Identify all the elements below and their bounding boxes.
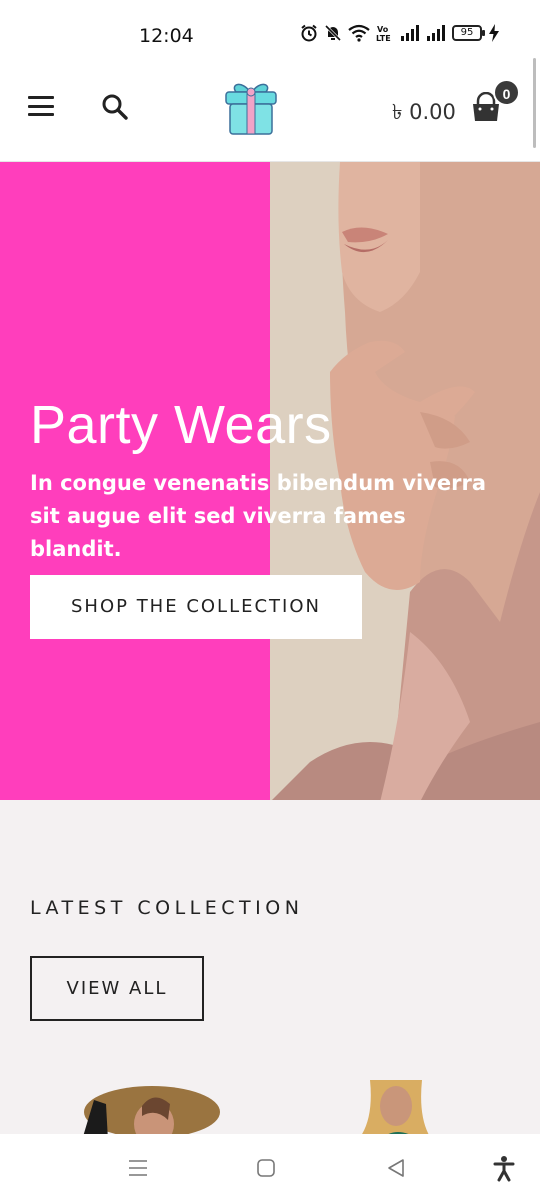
section-title: LATEST COLLECTION [30,897,304,919]
charging-icon [488,24,500,42]
shop-collection-button[interactable]: SHOP THE COLLECTION [30,575,362,639]
svg-text:LTE: LTE [376,34,391,42]
hero-description: In congue venenatis bibendum viverra sit… [30,471,487,561]
latest-collection-section: LATEST COLLECTION VIEW ALL [0,800,540,1134]
recents-icon[interactable] [124,1154,152,1182]
status-bar: 12:04 Vo LTE 95 [0,0,540,58]
cart-total[interactable]: ৳ 0.00 [392,96,456,131]
product-image[interactable] [340,1080,450,1134]
cart-count-badge: 0 [493,79,520,106]
alarm-icon [300,24,318,42]
scrollbar[interactable] [533,58,536,148]
signal-icon [400,25,420,41]
hero-banner: Party Wears In congue venenatis bibendum… [0,162,540,800]
accessibility-icon[interactable] [490,1154,518,1182]
search-icon[interactable] [100,92,130,122]
gift-box-logo[interactable] [220,78,282,140]
hamburger-icon[interactable] [28,96,54,116]
home-icon[interactable] [252,1154,280,1182]
view-all-button[interactable]: VIEW ALL [30,956,204,1021]
back-icon[interactable] [382,1154,410,1182]
hero-title: Party Wears [30,395,332,455]
system-nav-bar [0,1134,540,1200]
battery-icon: 95 [452,25,485,41]
wifi-icon [348,24,370,42]
status-icons: Vo LTE 95 [300,24,500,42]
volte-icon: Vo LTE [376,24,394,42]
app-header: ৳ 0.00 0 [0,58,540,162]
svg-text:Vo: Vo [377,25,389,34]
mute-icon [324,24,342,42]
signal-icon [426,25,446,41]
status-time: 12:04 [139,25,194,47]
product-image[interactable] [72,1080,222,1134]
